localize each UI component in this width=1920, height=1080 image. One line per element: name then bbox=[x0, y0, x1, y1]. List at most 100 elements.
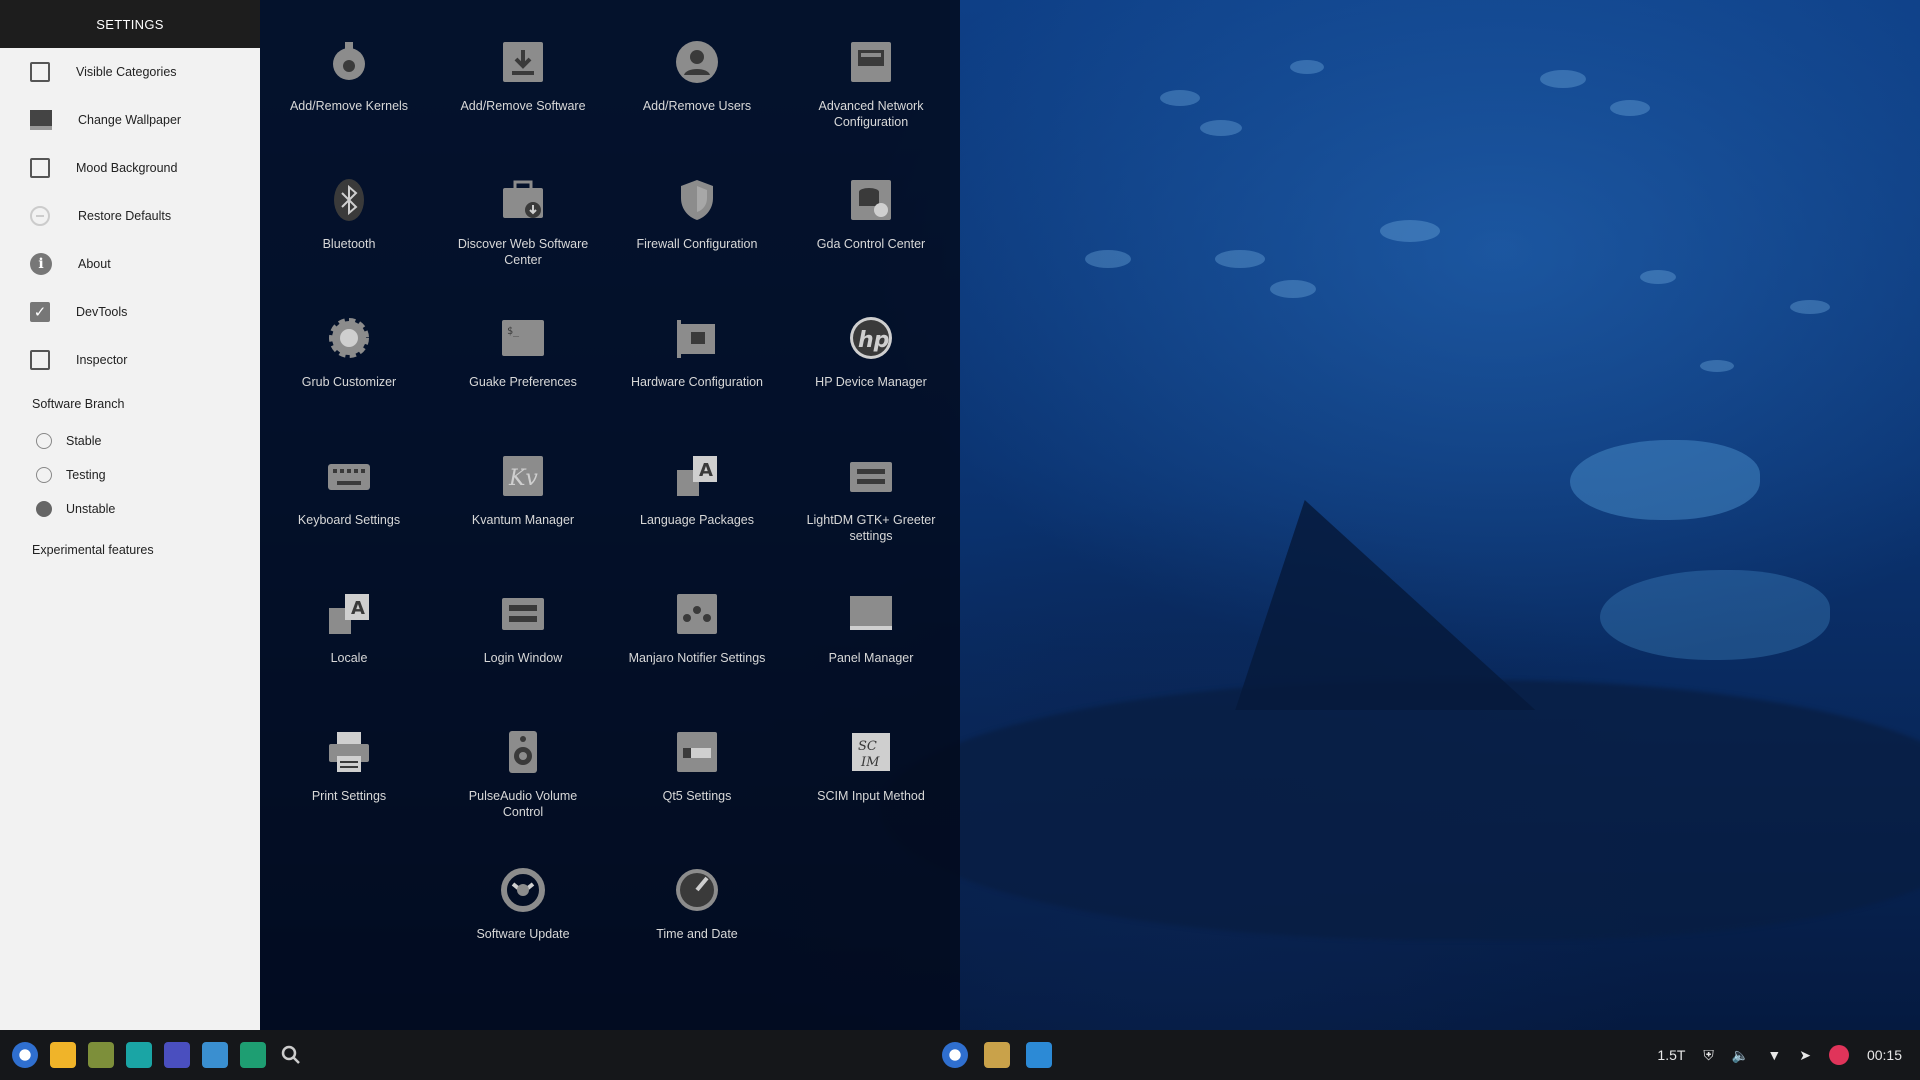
telegram-icon[interactable]: ➤ bbox=[1799, 1047, 1811, 1064]
checkbox-unchecked-icon[interactable] bbox=[30, 350, 50, 370]
app-pulseaudio-volume-control[interactable]: PulseAudio Volume Control bbox=[436, 728, 610, 866]
app-guake-preferences[interactable]: $_ Guake Preferences bbox=[436, 314, 610, 452]
settings-header: SETTINGS bbox=[0, 0, 260, 48]
chromium-icon[interactable] bbox=[942, 1042, 968, 1068]
setting-devtools[interactable]: ✓ DevTools bbox=[0, 288, 260, 336]
setting-visible-categories[interactable]: Visible Categories bbox=[0, 48, 260, 96]
experimental-features-label[interactable]: Experimental features bbox=[0, 530, 260, 570]
setting-label: Change Wallpaper bbox=[78, 113, 182, 127]
radio-unselected-icon[interactable] bbox=[36, 467, 52, 483]
app-label: Bluetooth bbox=[322, 237, 376, 251]
fish-decoration bbox=[1540, 70, 1586, 88]
window-manager-icon[interactable] bbox=[202, 1042, 228, 1068]
lightdm-icon bbox=[847, 452, 895, 500]
shark-fin-silhouette bbox=[1235, 500, 1565, 710]
checkbox-unchecked-icon[interactable] bbox=[30, 62, 50, 82]
app-label: Guake Preferences bbox=[469, 375, 577, 389]
chat-icon[interactable] bbox=[240, 1042, 266, 1068]
apps-grid-icon[interactable] bbox=[126, 1042, 152, 1068]
fish-decoration bbox=[1215, 250, 1265, 268]
fish-decoration bbox=[1085, 250, 1131, 268]
chromium-icon[interactable] bbox=[12, 1042, 38, 1068]
app-kvantum-manager[interactable]: Kv Kvantum Manager bbox=[436, 452, 610, 590]
notification-icon[interactable] bbox=[1828, 1045, 1849, 1065]
app-label: Hardware Configuration bbox=[630, 375, 763, 389]
files-icon[interactable] bbox=[984, 1042, 1010, 1068]
app-add-remove-users[interactable]: Add/Remove Users bbox=[610, 38, 784, 176]
setting-restore-defaults[interactable]: Restore Defaults bbox=[0, 192, 260, 240]
checkbox-checked-icon[interactable]: ✓ bbox=[30, 302, 50, 322]
app-gda-control-center[interactable]: Gda Control Center bbox=[784, 176, 958, 314]
volume-icon[interactable]: 🔈 bbox=[1732, 1047, 1749, 1064]
wifi-icon[interactable]: ▼ bbox=[1767, 1047, 1781, 1063]
search-icon[interactable] bbox=[278, 1042, 304, 1068]
app-language-packages[interactable]: A Language Packages bbox=[610, 452, 784, 590]
setting-label: About bbox=[78, 257, 111, 271]
branch-option-testing[interactable]: Testing bbox=[0, 458, 260, 492]
fish-decoration bbox=[1570, 440, 1760, 520]
app-label: Kvantum Manager bbox=[471, 513, 575, 527]
app-login-window[interactable]: Login Window bbox=[436, 590, 610, 728]
keyboard-icon bbox=[325, 452, 373, 500]
app-print-settings[interactable]: Print Settings bbox=[262, 728, 436, 866]
app-label: Language Packages bbox=[640, 513, 754, 527]
app-add-remove-software[interactable]: Add/Remove Software bbox=[436, 38, 610, 176]
app-label: SCIM Input Method bbox=[817, 789, 925, 803]
app-hp-device-manager[interactable]: hp HP Device Manager bbox=[784, 314, 958, 452]
radio-selected-icon[interactable] bbox=[36, 501, 52, 517]
gear-icon bbox=[325, 314, 373, 362]
app-lightdm-gtk-greeter-settings[interactable]: LightDM GTK+ Greeter settings bbox=[784, 452, 958, 590]
app-discover-web-software-center[interactable]: Discover Web Software Center bbox=[436, 176, 610, 314]
fish-decoration bbox=[1640, 270, 1676, 284]
locale-icon: A bbox=[325, 590, 373, 638]
briefcase-icon bbox=[499, 176, 547, 224]
vscode-icon[interactable] bbox=[1026, 1042, 1052, 1068]
app-manjaro-notifier-settings[interactable]: Manjaro Notifier Settings bbox=[610, 590, 784, 728]
app-time-and-date[interactable]: Time and Date bbox=[610, 866, 784, 1004]
fish-decoration bbox=[1790, 300, 1830, 314]
branch-option-unstable[interactable]: Unstable bbox=[0, 492, 260, 526]
app-launcher-panel: Add/Remove Kernels Add/Remove Software Add… bbox=[260, 0, 960, 1030]
app-advanced-network-configuration[interactable]: Advanced Network Configuration bbox=[784, 38, 958, 176]
branch-label: Testing bbox=[66, 468, 106, 482]
app-label: Time and Date bbox=[656, 927, 738, 941]
app-add-remove-kernels[interactable]: Add/Remove Kernels bbox=[262, 38, 436, 176]
dots-icon[interactable] bbox=[164, 1042, 190, 1068]
settings-panel: SETTINGS Visible Categories Change Wallpa… bbox=[0, 0, 260, 1030]
app-label: Manjaro Notifier Settings bbox=[628, 651, 766, 665]
panel-icon bbox=[847, 590, 895, 638]
hp-icon: hp bbox=[847, 314, 895, 362]
app-hardware-configuration[interactable]: Hardware Configuration bbox=[610, 314, 784, 452]
speaker-icon bbox=[499, 728, 547, 776]
app-software-update[interactable]: Software Update bbox=[436, 866, 610, 1004]
storage-indicator[interactable]: 1.5T bbox=[1657, 1047, 1685, 1063]
files-icon[interactable] bbox=[88, 1042, 114, 1068]
language-icon: A bbox=[673, 452, 721, 500]
app-firewall-configuration[interactable]: Firewall Configuration bbox=[610, 176, 784, 314]
kernel-icon bbox=[325, 38, 373, 86]
security-icon[interactable]: ⛨ bbox=[1703, 1047, 1714, 1064]
wallpaper-icon bbox=[30, 110, 52, 130]
app-locale[interactable]: A Locale bbox=[262, 590, 436, 728]
setting-change-wallpaper[interactable]: Change Wallpaper bbox=[0, 96, 260, 144]
app-label: Gda Control Center bbox=[816, 237, 926, 251]
app-qt5-settings[interactable]: Qt5 Settings bbox=[610, 728, 784, 866]
setting-inspector[interactable]: Inspector bbox=[0, 336, 260, 384]
app-keyboard-settings[interactable]: Keyboard Settings bbox=[262, 452, 436, 590]
radio-unselected-icon[interactable] bbox=[36, 433, 52, 449]
mail-icon[interactable] bbox=[50, 1042, 76, 1068]
branch-option-stable[interactable]: Stable bbox=[0, 424, 260, 458]
clock[interactable]: 00:15 bbox=[1867, 1047, 1902, 1063]
software-branch-options: Stable Testing Unstable bbox=[0, 424, 260, 526]
fish-decoration bbox=[1700, 360, 1734, 372]
app-scim-input-method[interactable]: SC IM SCIM Input Method bbox=[784, 728, 958, 866]
app-panel-manager[interactable]: Panel Manager bbox=[784, 590, 958, 728]
branch-label: Stable bbox=[66, 434, 102, 448]
empty-grid-cell bbox=[262, 866, 436, 1004]
app-grub-customizer[interactable]: Grub Customizer bbox=[262, 314, 436, 452]
checkbox-unchecked-icon[interactable] bbox=[30, 158, 50, 178]
setting-mood-background[interactable]: Mood Background bbox=[0, 144, 260, 192]
fish-decoration bbox=[1380, 220, 1440, 242]
app-bluetooth[interactable]: Bluetooth bbox=[262, 176, 436, 314]
setting-about[interactable]: i About bbox=[0, 240, 260, 288]
